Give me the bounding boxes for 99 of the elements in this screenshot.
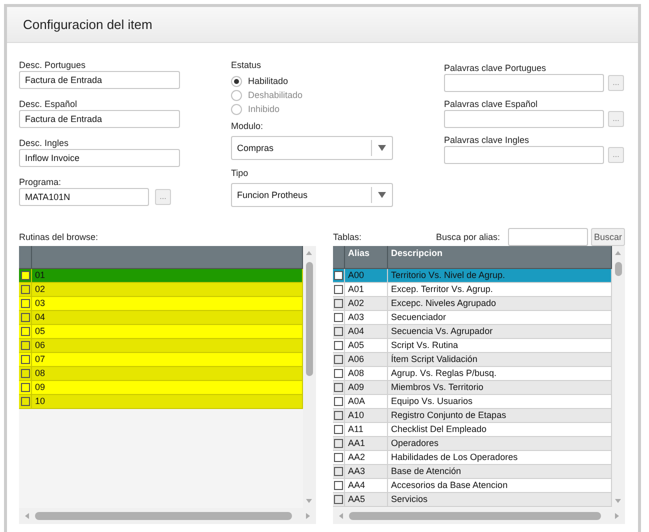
checkbox[interactable] [334, 313, 343, 322]
field-label: Desc. Portugues [19, 59, 87, 71]
checkbox[interactable] [20, 271, 30, 280]
table-row[interactable]: A03 Secuenciador [333, 311, 612, 325]
dropdown[interactable]: Funcion Protheus [231, 183, 393, 207]
checkbox[interactable] [334, 271, 343, 280]
text-field[interactable] [444, 146, 604, 164]
checkbox[interactable] [334, 285, 343, 294]
search-label: Busca por alias: [436, 231, 500, 243]
checkbox[interactable] [334, 397, 343, 406]
checkbox[interactable] [334, 481, 343, 490]
radio-label: Deshabilitado [248, 90, 303, 100]
checkbox[interactable] [20, 327, 30, 336]
table-cell: AA1 [345, 437, 388, 450]
checkbox[interactable] [20, 313, 30, 322]
radio-button[interactable] [231, 90, 242, 100]
table-cell: A0A [345, 395, 388, 408]
table-cell: AA2 [345, 451, 388, 464]
table-cell: A05 [345, 339, 388, 352]
table-cell: A06 [345, 353, 388, 366]
field-label: Tipo [231, 167, 250, 179]
table-row[interactable]: A09 Miembros Vs. Territorio [333, 381, 612, 395]
table-row[interactable]: A02 Excepc. Niveles Agrupado [333, 297, 612, 311]
table-cell: AA3 [345, 465, 388, 478]
checkbox[interactable] [334, 355, 343, 364]
field-label: Programa: [19, 176, 62, 188]
checkbox[interactable] [20, 299, 30, 308]
table-row[interactable]: AA2 Habilidades de Los Operadores [333, 451, 612, 465]
table-row[interactable]: A04 Secuencia Vs. Agrupador [333, 325, 612, 339]
table-row[interactable]: AA4 Accesorios da Base Atencion [333, 479, 612, 493]
field-label: Palavras clave Portugues [444, 62, 548, 74]
checkbox[interactable] [20, 383, 30, 392]
section-label: Tablas: [333, 231, 362, 243]
table-row[interactable]: A05 Script Vs. Rutina [333, 339, 612, 353]
table-cell: AA4 [345, 479, 388, 492]
caret-icon [378, 192, 386, 198]
dropdown[interactable]: Compras [231, 136, 393, 160]
table-row[interactable]: AA5 Servicios [333, 493, 612, 507]
checkbox[interactable] [20, 341, 30, 350]
checkbox[interactable] [20, 369, 30, 378]
text-field[interactable]: Inflow Invoice [19, 149, 180, 167]
table-row[interactable]: A06 Ítem Script Validación [333, 353, 612, 367]
checkbox[interactable] [334, 341, 343, 350]
table-row[interactable]: AA3 Base de Atención [333, 465, 612, 479]
checkbox[interactable] [334, 453, 343, 462]
field-label: Modulo: [231, 120, 264, 132]
table-row[interactable]: A08 Agrup. Vs. Reglas P/busq. [333, 367, 612, 381]
table-cell: A03 [345, 311, 388, 324]
table-cell: A00 [345, 269, 388, 282]
table-cell: A09 [345, 381, 388, 394]
checkbox[interactable] [334, 411, 343, 420]
text-field[interactable]: Factura de Entrada [19, 110, 180, 128]
field-label: Desc. Ingles [19, 137, 70, 149]
checkbox[interactable] [334, 467, 343, 476]
table-row[interactable]: A10 Registro Conjunto de Etapas [333, 409, 612, 423]
table-cell: A08 [345, 367, 388, 380]
column-header[interactable]: Alias [345, 246, 388, 268]
text-field[interactable]: Factura de Entrada [19, 71, 180, 89]
table-row[interactable]: A01 Excep. Territor Vs. Agrup. [333, 283, 612, 297]
caret-icon [378, 145, 386, 151]
horizontal-scrollbar[interactable] [333, 508, 625, 524]
checkbox[interactable] [334, 369, 343, 378]
checkbox[interactable] [334, 299, 343, 308]
table-cell: A01 [345, 283, 388, 296]
checkbox[interactable] [334, 495, 343, 504]
checkbox[interactable] [334, 425, 343, 434]
text-field[interactable]: MATA101N [19, 188, 149, 206]
search-button[interactable]: Buscar [590, 228, 625, 246]
table-cell: A11 [345, 423, 388, 436]
field-label: Estatus [231, 59, 262, 71]
radio-label: Inhibido [248, 104, 280, 114]
section-label: Rutinas del browse: [19, 231, 98, 243]
table-cell: AA5 [345, 493, 388, 506]
vertical-scrollbar[interactable] [612, 246, 625, 508]
field-label: Palavras clave Ingles [444, 134, 530, 146]
checkbox[interactable] [334, 383, 343, 392]
radio-button[interactable] [231, 104, 242, 114]
table-row[interactable]: A11 Checklist Del Empleado [333, 423, 612, 437]
window-title: Configuracion del item [23, 17, 152, 32]
field-label: Desc. Español [19, 98, 78, 110]
table-cell: A10 [345, 409, 388, 422]
checkbox[interactable] [20, 397, 30, 406]
table-cell: A04 [345, 325, 388, 338]
radio-button[interactable] [231, 76, 242, 86]
table-row[interactable]: AA1 Operadores [333, 437, 612, 451]
horizontal-scrollbar[interactable] [19, 508, 316, 524]
field-label: Palavras clave Español [444, 98, 539, 110]
table-row[interactable]: A0A Equipo Vs. Usuarios [333, 395, 612, 409]
checkbox[interactable] [334, 327, 343, 336]
radio-label: Habilitado [248, 76, 288, 86]
text-field[interactable] [444, 74, 604, 92]
text-field[interactable] [444, 110, 604, 128]
checkbox[interactable] [20, 355, 30, 364]
checkbox[interactable] [334, 439, 343, 448]
checkbox[interactable] [20, 285, 30, 294]
table-row[interactable]: A00 Territorio Vs. Nivel de Agrup. [333, 269, 612, 283]
search-field[interactable] [508, 228, 588, 246]
vertical-scrollbar[interactable] [303, 246, 316, 508]
table-cell: A02 [345, 297, 388, 310]
